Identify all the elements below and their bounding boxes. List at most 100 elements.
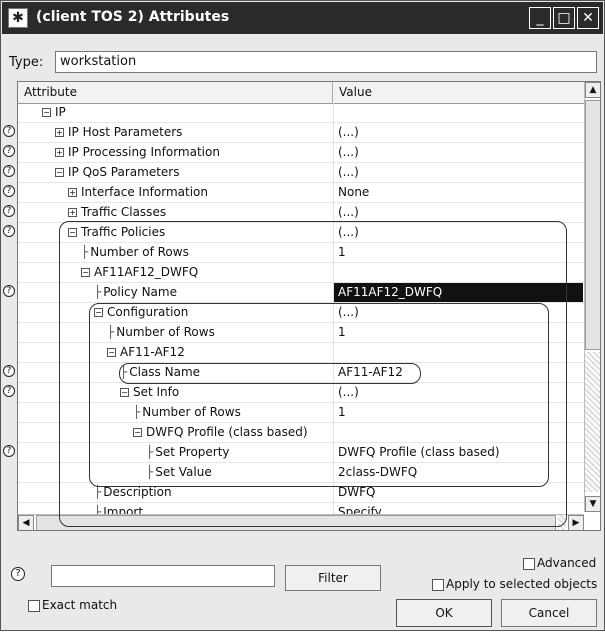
- attribute-value[interactable]: (...): [338, 385, 359, 399]
- table-row[interactable]: + IP Processing Information (...): [18, 143, 584, 163]
- attribute-value[interactable]: 1: [338, 245, 346, 259]
- table-row[interactable]: − Set Info (...): [18, 383, 584, 403]
- attribute-label: AF11AF12_DWFQ: [94, 265, 199, 279]
- attribute-label: Interface Information: [81, 185, 209, 199]
- attribute-label: Number of Rows: [116, 325, 215, 339]
- attribute-value[interactable]: 2class-DWFQ: [338, 465, 417, 479]
- filter-input[interactable]: [51, 565, 275, 587]
- attribute-value[interactable]: AF11AF12_DWFQ: [334, 283, 583, 302]
- collapse-icon[interactable]: −: [68, 228, 77, 237]
- table-row[interactable]: ├ Number of Rows 1: [18, 403, 584, 423]
- table-row[interactable]: + Traffic Classes (...): [18, 203, 584, 223]
- help-icon[interactable]: ?: [3, 365, 15, 377]
- attribute-name: − DWFQ Profile (class based): [133, 425, 308, 439]
- table-row[interactable]: − Traffic Policies (...): [18, 223, 584, 243]
- help-icon[interactable]: ?: [3, 125, 15, 137]
- help-icon[interactable]: ?: [3, 385, 15, 397]
- table-row[interactable]: − AF11-AF12: [18, 343, 584, 363]
- help-icon[interactable]: ?: [3, 225, 15, 237]
- help-icon[interactable]: ?: [3, 285, 15, 297]
- attribute-label: Configuration: [107, 305, 189, 319]
- table-row[interactable]: − IP QoS Parameters (...): [18, 163, 584, 183]
- table-row[interactable]: ├ Number of Rows 1: [18, 243, 584, 263]
- attribute-value[interactable]: (...): [338, 305, 359, 319]
- scroll-left-arrow-icon[interactable]: ◀: [18, 515, 34, 530]
- table-row[interactable]: ├ Set Value 2class-DWFQ: [18, 463, 584, 483]
- attribute-value[interactable]: DWFQ: [338, 485, 375, 499]
- table-row[interactable]: − AF11AF12_DWFQ: [18, 263, 584, 283]
- table-row[interactable]: − IP: [18, 103, 584, 123]
- attribute-value[interactable]: (...): [338, 225, 359, 239]
- attribute-value[interactable]: 1: [338, 405, 346, 419]
- collapse-icon[interactable]: −: [107, 348, 116, 357]
- table-row[interactable]: + IP Host Parameters (...): [18, 123, 584, 143]
- table-row[interactable]: − DWFQ Profile (class based): [18, 423, 584, 443]
- exact-match-checkbox[interactable]: [28, 600, 40, 612]
- maximize-button[interactable]: □: [553, 7, 575, 29]
- expand-icon[interactable]: +: [55, 128, 64, 137]
- table-row[interactable]: ├ Policy Name AF11AF12_DWFQ: [18, 283, 584, 303]
- vertical-scroll-thumb[interactable]: [585, 100, 600, 350]
- vertical-scroll-track[interactable]: [585, 352, 600, 492]
- collapse-icon[interactable]: −: [120, 388, 129, 397]
- type-field[interactable]: workstation: [55, 51, 597, 73]
- expand-icon[interactable]: +: [68, 208, 77, 217]
- help-icon[interactable]: ?: [3, 145, 15, 157]
- minimize-button[interactable]: _: [529, 7, 551, 29]
- horizontal-scroll-track[interactable]: [558, 515, 566, 530]
- advanced-checkbox[interactable]: [523, 558, 535, 570]
- help-icon[interactable]: ?: [11, 567, 25, 581]
- attribute-value[interactable]: (...): [338, 145, 359, 159]
- exact-match-label[interactable]: Exact match: [42, 598, 117, 612]
- column-header-value[interactable]: Value: [333, 82, 584, 103]
- collapse-icon[interactable]: −: [42, 108, 51, 117]
- attribute-value[interactable]: None: [338, 185, 369, 199]
- close-button[interactable]: ✕: [577, 7, 599, 29]
- apply-to-selected-label[interactable]: Apply to selected objects: [446, 577, 597, 591]
- attribute-name: − AF11-AF12: [107, 345, 185, 359]
- column-header-attribute[interactable]: Attribute: [18, 82, 333, 103]
- ok-button[interactable]: OK: [396, 599, 492, 627]
- table-row[interactable]: + Interface Information None: [18, 183, 584, 203]
- table-row[interactable]: ├ Set Property DWFQ Profile (class based): [18, 443, 584, 463]
- table-row[interactable]: ├ Class Name AF11-AF12: [18, 363, 584, 383]
- attribute-value[interactable]: AF11-AF12: [338, 365, 403, 379]
- title-bar[interactable]: ✱ (client TOS 2) Attributes _ □ ✕: [2, 2, 603, 34]
- tree-line-icon: ├: [81, 245, 89, 259]
- help-icon[interactable]: ?: [3, 185, 15, 197]
- filter-button[interactable]: Filter: [285, 565, 381, 591]
- horizontal-scroll-thumb[interactable]: [36, 515, 556, 530]
- attribute-value[interactable]: (...): [338, 125, 359, 139]
- collapse-icon[interactable]: −: [133, 428, 142, 437]
- help-icon[interactable]: ?: [3, 445, 15, 457]
- vertical-scrollbar[interactable]: ▲ ▼: [584, 82, 600, 512]
- scroll-down-arrow-icon[interactable]: ▼: [585, 496, 600, 512]
- advanced-label[interactable]: Advanced: [537, 556, 596, 570]
- expand-icon[interactable]: +: [55, 148, 64, 157]
- collapse-icon[interactable]: −: [81, 268, 90, 277]
- collapse-icon[interactable]: −: [94, 308, 103, 317]
- attribute-value[interactable]: DWFQ Profile (class based): [338, 445, 500, 459]
- tree-line-icon: ├: [120, 365, 128, 379]
- attribute-value[interactable]: (...): [338, 165, 359, 179]
- attribute-value[interactable]: 1: [338, 325, 346, 339]
- table-row[interactable]: ├ Description DWFQ: [18, 483, 584, 503]
- collapse-icon[interactable]: −: [55, 168, 64, 177]
- attribute-value[interactable]: (...): [338, 205, 359, 219]
- horizontal-scrollbar[interactable]: ◀ ▶: [18, 514, 584, 530]
- column-divider: [333, 303, 334, 323]
- attribute-label: Class Name: [129, 365, 201, 379]
- help-icon[interactable]: ?: [3, 205, 15, 217]
- cancel-button[interactable]: Cancel: [501, 599, 597, 627]
- column-divider: [333, 363, 334, 383]
- apply-to-selected-checkbox[interactable]: [432, 579, 444, 591]
- column-divider: [333, 483, 334, 503]
- table-row[interactable]: ├ Number of Rows 1: [18, 323, 584, 343]
- expand-icon[interactable]: +: [68, 188, 77, 197]
- attribute-label: AF11-AF12: [120, 345, 185, 359]
- column-divider: [333, 423, 334, 443]
- scroll-up-arrow-icon[interactable]: ▲: [585, 82, 600, 98]
- help-icon[interactable]: ?: [3, 165, 15, 177]
- scroll-right-arrow-icon[interactable]: ▶: [568, 515, 584, 530]
- table-row[interactable]: − Configuration (...): [18, 303, 584, 323]
